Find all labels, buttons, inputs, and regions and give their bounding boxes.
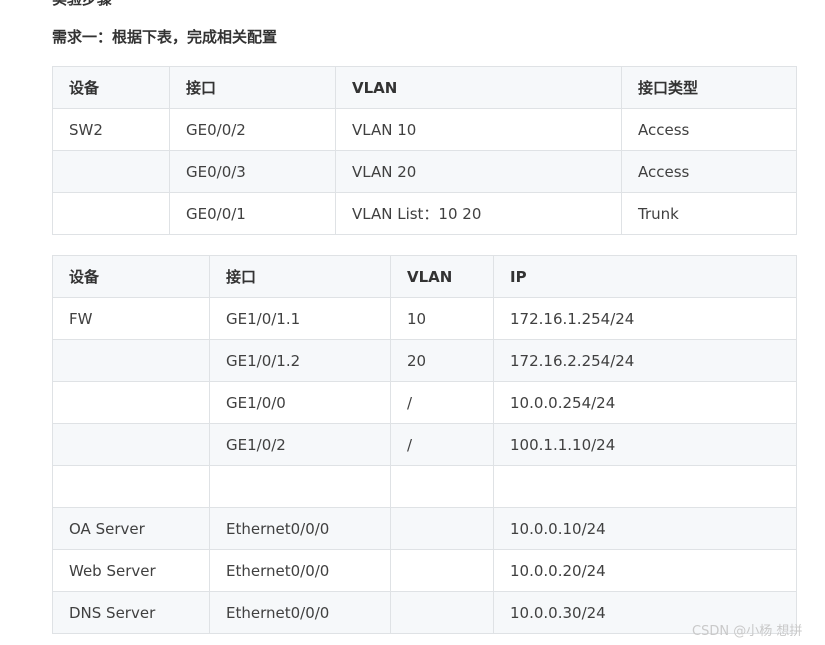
table-cell: Trunk	[621, 192, 797, 235]
csdn-watermark: CSDN @小杨 想拼	[692, 624, 803, 639]
table-row: SW2 GE0/0/2 VLAN 10 Access	[52, 108, 797, 151]
table-row: GE1/0/2 / 100.1.1.10/24	[52, 423, 797, 466]
table-row: GE1/0/0 / 10.0.0.254/24	[52, 381, 797, 424]
table-cell: VLAN 20	[335, 150, 622, 193]
table-cell: FW	[52, 297, 210, 340]
table-row: Web Server Ethernet0/0/0 10.0.0.20/24	[52, 549, 797, 592]
table-cell: GE0/0/2	[169, 108, 336, 151]
table-cell	[52, 423, 210, 466]
table-cell: 100.1.1.10/24	[493, 423, 797, 466]
table-cell: Ethernet0/0/0	[209, 507, 391, 550]
table-cell: SW2	[52, 108, 170, 151]
table-cell	[390, 591, 494, 634]
table-cell: 10.0.0.10/24	[493, 507, 797, 550]
table-cell	[52, 465, 210, 508]
firewall-server-table: 设备 接口 VLAN IP FW GE1/0/1.1 10 172.16.1.2…	[52, 255, 797, 634]
table-cell: Access	[621, 108, 797, 151]
table-cell: /	[390, 381, 494, 424]
table-cell: 20	[390, 339, 494, 382]
table-cell: 10.0.0.20/24	[493, 549, 797, 592]
table-header-row: 设备 接口 VLAN 接口类型	[52, 66, 797, 109]
table-cell	[52, 381, 210, 424]
table-header-cell: VLAN	[335, 66, 622, 109]
table-row: DNS Server Ethernet0/0/0 10.0.0.30/24	[52, 591, 797, 634]
table-cell: GE0/0/1	[169, 192, 336, 235]
table-cell	[493, 465, 797, 508]
table-cell: GE1/0/2	[209, 423, 391, 466]
clipped-section-heading: 实验步骤	[52, 0, 112, 9]
table-cell: 172.16.2.254/24	[493, 339, 797, 382]
table-cell: VLAN List：10 20	[335, 192, 622, 235]
table-cell: DNS Server	[52, 591, 210, 634]
table-cell: GE1/0/1.2	[209, 339, 391, 382]
table-row: FW GE1/0/1.1 10 172.16.1.254/24	[52, 297, 797, 340]
table-header-cell: 设备	[52, 66, 170, 109]
table-header-cell: VLAN	[390, 255, 494, 298]
table-cell: GE0/0/3	[169, 150, 336, 193]
switch-vlan-table: 设备 接口 VLAN 接口类型 SW2 GE0/0/2 VLAN 10 Acce…	[52, 66, 797, 235]
table-cell	[52, 150, 170, 193]
table-cell: 172.16.1.254/24	[493, 297, 797, 340]
table-cell: Web Server	[52, 549, 210, 592]
table-cell: Access	[621, 150, 797, 193]
table-cell	[52, 339, 210, 382]
table-cell	[390, 549, 494, 592]
table-cell: OA Server	[52, 507, 210, 550]
table-row: GE0/0/3 VLAN 20 Access	[52, 150, 797, 193]
table-cell: 10	[390, 297, 494, 340]
table-cell: 10.0.0.254/24	[493, 381, 797, 424]
table-header-cell: 接口类型	[621, 66, 797, 109]
table-cell: /	[390, 423, 494, 466]
table-header-cell: 接口	[209, 255, 391, 298]
table-cell: GE1/0/1.1	[209, 297, 391, 340]
table-cell: GE1/0/0	[209, 381, 391, 424]
table-cell: Ethernet0/0/0	[209, 549, 391, 592]
table-row: OA Server Ethernet0/0/0 10.0.0.10/24	[52, 507, 797, 550]
table-cell	[52, 192, 170, 235]
table-row: GE1/0/1.2 20 172.16.2.254/24	[52, 339, 797, 382]
table-row: GE0/0/1 VLAN List：10 20 Trunk	[52, 192, 797, 235]
table-header-cell: 接口	[169, 66, 336, 109]
table-cell	[390, 507, 494, 550]
table-cell	[390, 465, 494, 508]
table-row	[52, 465, 797, 508]
table-header-cell: IP	[493, 255, 797, 298]
requirement-heading: 需求一：根据下表，完成相关配置	[52, 28, 278, 46]
table-header-cell: 设备	[52, 255, 210, 298]
table-header-row: 设备 接口 VLAN IP	[52, 255, 797, 298]
table-cell	[209, 465, 391, 508]
table-cell: Ethernet0/0/0	[209, 591, 391, 634]
table-cell: VLAN 10	[335, 108, 622, 151]
